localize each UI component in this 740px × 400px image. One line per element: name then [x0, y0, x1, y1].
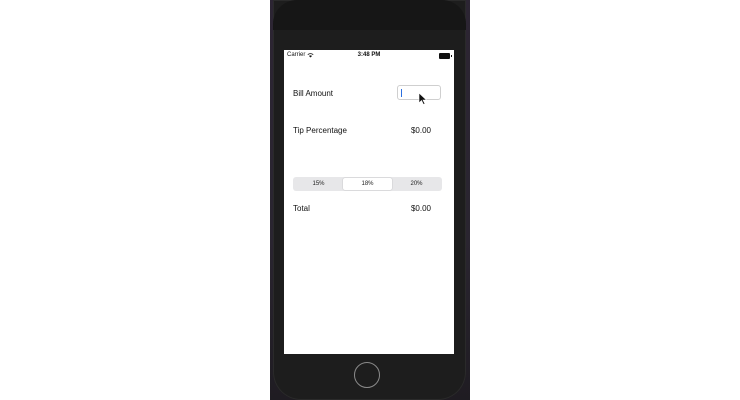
bill-amount-label: Bill Amount	[293, 89, 334, 98]
total-value: $0.00	[410, 204, 431, 213]
mouse-pointer-icon	[418, 93, 428, 105]
status-bar: Carrier 3:48 PM	[284, 50, 454, 61]
home-button[interactable]	[354, 362, 380, 388]
segment-18[interactable]: 18%	[343, 178, 392, 190]
tip-amount-value: $0.00	[410, 126, 431, 135]
app-screen: Carrier 3:48 PM Bill Amount Tip Percenta…	[284, 50, 454, 354]
battery-icon	[439, 53, 452, 59]
total-label: Total	[293, 204, 310, 213]
tip-segmented-control[interactable]: 15% 18% 20%	[293, 177, 442, 191]
text-caret	[401, 89, 402, 97]
status-time: 3:48 PM	[357, 52, 381, 58]
segment-15[interactable]: 15%	[294, 178, 343, 190]
segment-20[interactable]: 20%	[392, 178, 441, 190]
tip-percentage-label: Tip Percentage	[293, 126, 347, 135]
